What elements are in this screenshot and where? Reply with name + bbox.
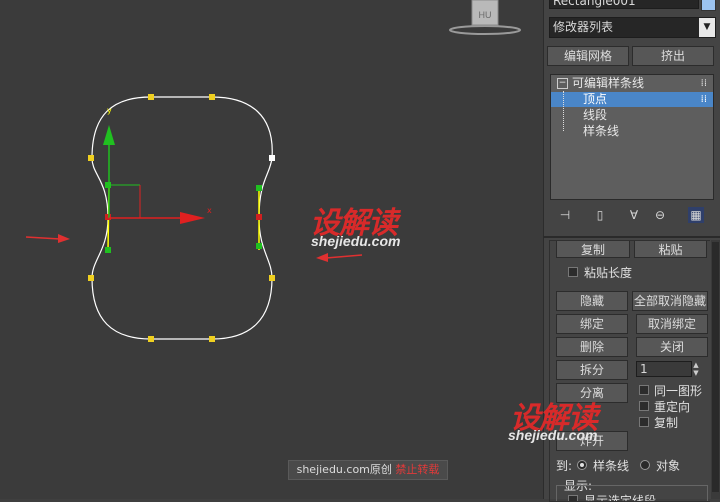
panel-divider	[543, 236, 720, 238]
reorient-checkbox[interactable]	[639, 401, 649, 411]
copy-label: 复制	[654, 416, 679, 430]
paste-length-checkbox[interactable]	[568, 267, 578, 277]
credit-note: 禁止转载	[395, 463, 440, 476]
stack-item-label: 线段	[583, 108, 608, 122]
paste-length-label: 粘贴长度	[584, 266, 633, 280]
stack-item-spline[interactable]: 样条线	[551, 124, 713, 139]
close-button[interactable]: 关闭	[636, 337, 708, 357]
geometry-rollout: 复制 粘贴 粘贴长度 隐藏 全部取消隐藏 绑定 取消绑定 删除 关闭 拆分 1 …	[549, 240, 710, 502]
divide-button[interactable]: 拆分	[556, 360, 628, 380]
make-unique-icon[interactable]: ∀	[626, 207, 642, 223]
show-end-result-icon[interactable]: ▯	[592, 207, 608, 223]
spline-canvas[interactable]: HU y x	[0, 0, 543, 499]
modifier-list-label: 修改器列表	[553, 20, 614, 34]
to-object-label: 对象	[656, 459, 681, 473]
copy-checkbox[interactable]	[639, 417, 649, 427]
arrow-right-annotation	[316, 253, 363, 262]
edit-mesh-button[interactable]: 编辑网格	[547, 46, 629, 66]
dots-icon: ⁞⁞	[700, 94, 707, 105]
viewport-top[interactable]: HU y x 设解读 shejiedu.com shejiedu.com原创 禁…	[0, 0, 543, 499]
same-shape-checkbox[interactable]	[639, 385, 649, 395]
modifier-stack[interactable]: − 可编辑样条线 ⁞⁞ 顶点 ⁞⁞ 线段 样条线	[550, 74, 714, 200]
paste-button[interactable]: 粘贴	[634, 241, 707, 258]
stack-root-label: 可编辑样条线	[572, 76, 645, 90]
object-color-swatch[interactable]	[701, 0, 716, 11]
scrollbar-thumb[interactable]	[712, 242, 719, 492]
show-segments-label: 显示选定线段	[584, 494, 657, 502]
extrude-button[interactable]: 挤出	[632, 46, 714, 66]
dots-icon: ⁞⁞	[700, 78, 707, 89]
view-cube-icon[interactable]: HU	[449, 0, 521, 35]
stack-root-editable-spline[interactable]: − 可编辑样条线 ⁞⁞	[551, 76, 713, 91]
unhide-all-button[interactable]: 全部取消隐藏	[632, 291, 708, 311]
watermark-url-2: shejiedu.com	[508, 427, 598, 443]
reorient-label: 重定向	[654, 400, 691, 414]
to-object-radio[interactable]	[640, 460, 650, 470]
same-shape-label: 同一图形	[654, 384, 703, 398]
stack-item-vertex[interactable]: 顶点 ⁞⁞	[551, 92, 713, 107]
object-name-field[interactable]: Rectangle001	[549, 0, 699, 9]
svg-text:x: x	[207, 206, 212, 215]
arrow-left-annotation	[25, 234, 70, 243]
collapse-icon[interactable]: −	[557, 78, 568, 89]
remove-modifier-icon[interactable]: ⊖	[652, 207, 668, 223]
copy-button[interactable]: 复制	[556, 241, 630, 258]
bind-button[interactable]: 绑定	[556, 314, 628, 334]
spinner-arrows-icon[interactable]: ▲ ▼	[692, 361, 700, 377]
pin-stack-icon[interactable]: ⊣	[557, 207, 573, 223]
unbind-button[interactable]: 取消绑定	[636, 314, 708, 334]
delete-button[interactable]: 删除	[556, 337, 628, 357]
to-spline-label: 样条线	[593, 459, 630, 473]
divide-count-spinner[interactable]: 1	[636, 361, 692, 377]
stack-item-label: 样条线	[583, 124, 620, 138]
panel-scrollbar[interactable]	[711, 240, 720, 499]
configure-sets-icon[interactable]: ▦	[688, 207, 704, 223]
watermark-url: shejiedu.com	[311, 233, 401, 249]
hide-button[interactable]: 隐藏	[556, 291, 628, 311]
to-spline-radio[interactable]	[577, 460, 587, 470]
move-gizmo[interactable]: y x	[103, 106, 212, 224]
to-label: 到:	[556, 459, 573, 473]
chevron-down-icon[interactable]: ▼	[699, 18, 715, 37]
svg-text:y: y	[107, 106, 112, 115]
stack-item-label: 顶点	[583, 92, 608, 106]
gizmo-label: HU	[479, 10, 492, 20]
modifier-list-dropdown[interactable]: 修改器列表 ▼	[549, 17, 716, 38]
credit-site: shejiedu.com原创	[296, 463, 392, 476]
stack-item-segment[interactable]: 线段	[551, 108, 713, 123]
credit-banner: shejiedu.com原创 禁止转载	[288, 460, 448, 480]
